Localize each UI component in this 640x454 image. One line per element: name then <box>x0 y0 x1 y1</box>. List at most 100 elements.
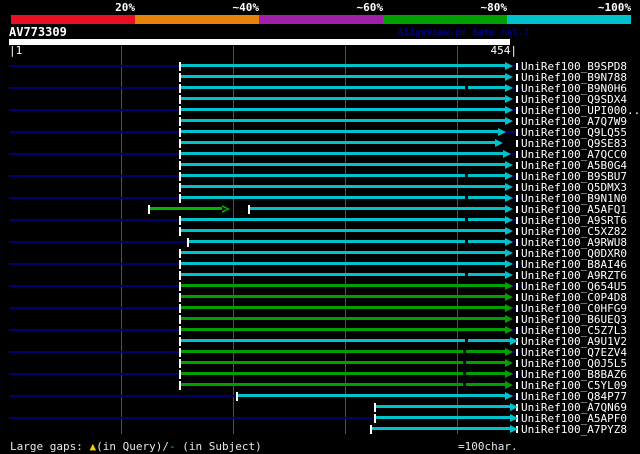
segment-arrow-icon <box>505 314 513 323</box>
alignment-bar[interactable] <box>375 416 510 419</box>
segment-arrow-icon <box>505 116 513 125</box>
alignment-bar[interactable] <box>180 152 503 155</box>
gap-dot <box>463 360 466 366</box>
segment-start-tick <box>370 424 372 434</box>
row-end-marker <box>516 117 518 125</box>
segment-start-tick <box>179 105 181 115</box>
alignment-bar[interactable] <box>180 383 505 386</box>
row-end-marker <box>516 139 518 147</box>
segment-start-tick <box>179 314 181 324</box>
alignment-bar[interactable] <box>180 251 505 254</box>
row-end-marker <box>516 205 518 213</box>
segment-start-tick <box>179 116 181 126</box>
segment-arrow-icon <box>503 149 511 158</box>
segment-start-tick <box>374 402 376 412</box>
segment-start-tick <box>248 204 250 214</box>
gaps-legend-prefix: Large gaps: <box>10 440 90 453</box>
alignment-bar[interactable] <box>149 207 222 210</box>
segment-start-tick <box>179 358 181 368</box>
row-end-marker <box>516 326 518 334</box>
segment-start-tick <box>179 248 181 258</box>
alignment-bar[interactable] <box>180 75 505 78</box>
row-end-marker <box>516 293 518 301</box>
alignment-bar[interactable] <box>180 372 505 375</box>
identity-scale-segment <box>507 15 631 24</box>
row-end-marker <box>516 315 518 323</box>
segment-start-tick <box>236 391 238 401</box>
segment-arrow-icon <box>505 303 513 312</box>
alignment-bar[interactable] <box>180 317 505 320</box>
segment-arrow-icon <box>505 94 513 103</box>
alignment-viewer: 20% ~40% ~60% ~80% ~100% AV773309 AlignView.… <box>0 0 640 454</box>
alignment-bar[interactable] <box>180 163 505 166</box>
alignment-bar[interactable] <box>180 196 505 199</box>
row-end-marker <box>516 370 518 378</box>
alignment-bar[interactable] <box>180 229 505 232</box>
alignment-bar[interactable] <box>180 185 505 188</box>
segment-start-tick <box>179 347 181 357</box>
query-id: AV773309 <box>9 25 67 39</box>
gap-dot <box>463 371 466 377</box>
ruler-bar <box>9 39 510 45</box>
row-end-marker <box>516 271 518 279</box>
alignment-bar[interactable] <box>180 339 510 342</box>
segment-arrow-icon <box>505 347 513 356</box>
alignment-bar[interactable] <box>180 86 505 89</box>
alignment-bar[interactable] <box>180 97 505 100</box>
alignment-bar[interactable] <box>180 262 505 265</box>
alignment-bar[interactable] <box>180 108 505 111</box>
row-end-marker <box>516 95 518 103</box>
row-label[interactable]: UniRef100_A7PYZ8 <box>521 424 627 435</box>
alignment-bar[interactable] <box>180 64 505 67</box>
gap-in-subject-dash-icon: - <box>168 440 176 453</box>
alignment-bar[interactable] <box>180 218 505 221</box>
identity-scale-segment <box>383 15 507 24</box>
alignment-bar[interactable] <box>180 174 505 177</box>
row-end-marker <box>516 106 518 114</box>
alignment-bar[interactable] <box>180 328 505 331</box>
row-end-marker <box>516 128 518 136</box>
version-watermark: AlignView.pm Beta rel.7 <box>398 28 530 38</box>
segment-start-tick <box>374 413 376 423</box>
gap-dot <box>463 349 466 355</box>
alignment-bar[interactable] <box>180 273 505 276</box>
row-end-marker <box>516 227 518 235</box>
row-end-marker <box>516 150 518 158</box>
alignment-bar[interactable] <box>180 141 495 144</box>
gaps-legend-suffix: (in Subject) <box>175 440 262 453</box>
segment-arrow-icon <box>505 358 513 367</box>
alignment-bar[interactable] <box>371 427 510 430</box>
identity-scale-segment <box>135 15 259 24</box>
segment-arrow-icon <box>498 127 506 136</box>
row-end-marker <box>516 62 518 70</box>
alignment-bar[interactable] <box>237 394 505 397</box>
segment-start-tick <box>148 204 150 214</box>
row-end-marker <box>516 216 518 224</box>
alignment-bar[interactable] <box>180 284 505 287</box>
identity-scale-label: ~100% <box>597 1 631 14</box>
alignment-bar[interactable] <box>180 119 505 122</box>
alignment-bar[interactable] <box>180 295 505 298</box>
alignment-bar[interactable] <box>375 405 510 408</box>
row-end-marker <box>516 73 518 81</box>
segment-start-tick <box>179 215 181 225</box>
segment-start-tick <box>179 292 181 302</box>
identity-scale-segment <box>259 15 383 24</box>
alignment-bar[interactable] <box>188 240 505 243</box>
segment-start-tick <box>179 259 181 269</box>
segment-arrow-icon <box>505 270 513 279</box>
alignment-bar[interactable] <box>180 130 498 133</box>
gap-dot <box>465 173 468 179</box>
alignment-bar[interactable] <box>180 361 505 364</box>
segment-arrow-icon <box>510 413 518 422</box>
alignment-bar[interactable] <box>249 207 505 210</box>
identity-scale-segment <box>11 15 135 24</box>
segment-start-tick <box>179 61 181 71</box>
alignment-bar[interactable] <box>180 350 505 353</box>
segment-start-tick <box>179 226 181 236</box>
row-end-marker <box>516 304 518 312</box>
alignment-bar[interactable] <box>180 306 505 309</box>
row-end-marker <box>516 183 518 191</box>
segment-start-tick <box>179 94 181 104</box>
segment-arrow-icon <box>505 171 513 180</box>
